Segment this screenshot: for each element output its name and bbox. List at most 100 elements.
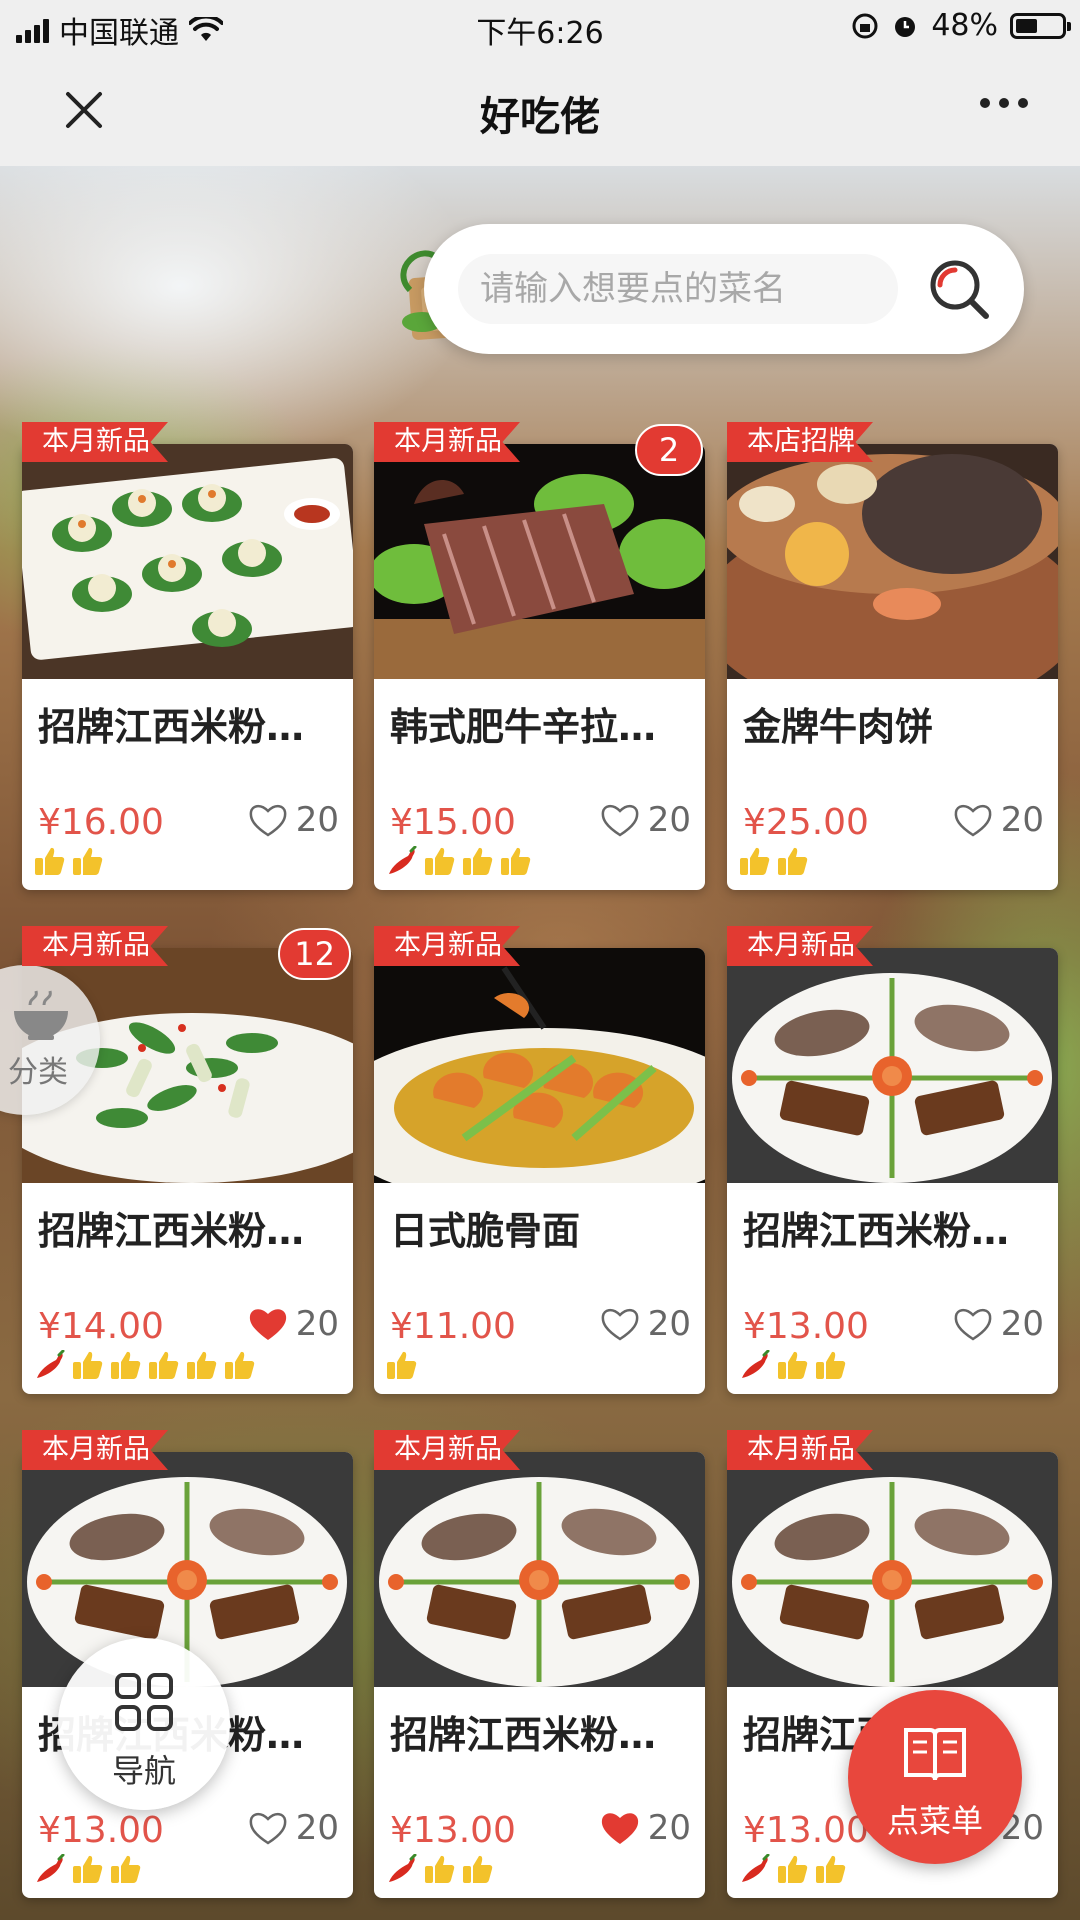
dish-price: ¥13.00 xyxy=(743,1306,869,1347)
chili-icon xyxy=(37,1350,65,1378)
chili-icon xyxy=(389,846,417,874)
dish-title: 韩式肥牛辛拉… xyxy=(390,705,657,749)
dish-tag: 本店招牌 xyxy=(727,422,873,462)
dish-price: ¥14.00 xyxy=(38,1306,164,1347)
dish-photo xyxy=(727,444,1058,679)
dish-tag: 本月新品 xyxy=(727,1430,873,1470)
heart-icon xyxy=(954,804,992,837)
thumbs-up-icon xyxy=(425,1855,455,1883)
search-input[interactable] xyxy=(458,254,898,324)
like-count: 20 xyxy=(647,1808,691,1848)
dish-card[interactable]: 本月新品 2 韩式肥牛辛拉… ¥15.00 20 xyxy=(374,422,705,890)
nav-button[interactable]: 导航 xyxy=(58,1638,230,1810)
dish-card[interactable]: 本月新品 招牌江西米粉… ¥16.00 20 xyxy=(22,422,353,890)
thumbs-up-icon xyxy=(778,847,808,875)
dish-rating-icons xyxy=(386,1854,494,1884)
heart-icon xyxy=(249,804,287,837)
more-icon[interactable] xyxy=(980,98,1028,108)
like-count: 20 xyxy=(295,800,339,840)
dish-photo xyxy=(727,1452,1058,1687)
dish-title: 金牌牛肉饼 xyxy=(743,705,934,749)
page-title: 好吃佬 xyxy=(480,94,600,140)
heart-icon xyxy=(601,1308,639,1341)
thumbs-up-icon xyxy=(778,1351,808,1379)
dish-photo xyxy=(727,948,1058,1183)
alarm-icon xyxy=(895,16,916,37)
dish-rating-icons xyxy=(34,846,104,876)
like-button[interactable]: 20 xyxy=(248,1304,339,1344)
dish-rating-icons xyxy=(739,846,809,876)
chili-icon xyxy=(742,1350,770,1378)
dish-tag: 本月新品 xyxy=(374,926,520,966)
like-button[interactable]: 20 xyxy=(953,1304,1044,1344)
like-button[interactable]: 20 xyxy=(953,800,1044,840)
thumbs-up-icon xyxy=(740,847,770,875)
dish-title: 招牌江西米粉… xyxy=(38,1209,305,1253)
thumbs-up-icon xyxy=(816,1855,846,1883)
dish-price: ¥25.00 xyxy=(743,802,869,843)
like-count: 20 xyxy=(647,1304,691,1344)
category-label: 分类 xyxy=(8,1055,68,1090)
dish-price: ¥13.00 xyxy=(390,1810,516,1851)
like-button[interactable]: 20 xyxy=(600,800,691,840)
dish-rating-icons xyxy=(34,1854,142,1884)
like-count: 20 xyxy=(1000,1304,1044,1344)
dish-photo xyxy=(22,444,353,679)
cart-count-badge: 2 xyxy=(635,424,703,476)
thumbs-up-icon xyxy=(225,1351,255,1379)
dish-rating-icons xyxy=(386,846,532,876)
like-button[interactable]: 20 xyxy=(600,1304,691,1344)
dish-card[interactable]: 本月新品招牌江西米粉… ¥13.00 20 xyxy=(727,926,1058,1394)
dish-card[interactable]: 本月新品日式脆骨面 ¥11.00 20 xyxy=(374,926,705,1394)
like-button[interactable]: 20 xyxy=(600,1808,691,1848)
thumbs-up-icon xyxy=(111,1351,141,1379)
battery-percent: 48% xyxy=(931,8,998,43)
bowl-icon xyxy=(14,990,68,1040)
thumbs-up-icon xyxy=(187,1351,217,1379)
battery-icon xyxy=(1010,12,1071,39)
dish-tag: 本月新品 xyxy=(22,422,168,462)
like-button[interactable]: 20 xyxy=(248,1808,339,1848)
thumbs-up-icon xyxy=(425,847,455,875)
dish-card[interactable]: 本月新品招牌江西米粉… ¥13.00 20 xyxy=(374,1430,705,1898)
heart-icon xyxy=(249,1812,287,1845)
thumbs-up-icon xyxy=(778,1855,808,1883)
heart-icon xyxy=(954,1308,992,1341)
status-bar: 中国联通 下午6:26 48% xyxy=(0,0,1080,54)
thumbs-up-icon xyxy=(463,847,493,875)
chili-icon xyxy=(389,1854,417,1882)
dish-title: 招牌江西米粉… xyxy=(743,1209,1010,1253)
thumbs-up-icon xyxy=(35,847,65,875)
dish-price: ¥15.00 xyxy=(390,802,516,843)
dish-rating-icons xyxy=(386,1350,418,1380)
thumbs-up-icon xyxy=(463,1855,493,1883)
dish-photo xyxy=(374,444,705,679)
like-count: 20 xyxy=(295,1304,339,1344)
chili-icon xyxy=(37,1854,65,1882)
dish-title: 日式脆骨面 xyxy=(390,1209,581,1253)
dish-tag: 本月新品 xyxy=(374,1430,520,1470)
dish-photo xyxy=(374,1452,705,1687)
dish-price: ¥11.00 xyxy=(390,1306,516,1347)
like-count: 20 xyxy=(647,800,691,840)
order-menu-button[interactable]: 点菜单 xyxy=(848,1690,1022,1864)
thumbs-up-icon xyxy=(816,1351,846,1379)
dish-card[interactable]: 本店招牌金牌牛肉饼 ¥25.00 20 xyxy=(727,422,1058,890)
nav-bar: 好吃佬 xyxy=(0,54,1080,166)
cart-count-badge: 12 xyxy=(278,928,351,980)
dish-tag: 本月新品 xyxy=(374,422,520,462)
dish-rating-icons xyxy=(739,1854,847,1884)
thumbs-up-icon xyxy=(387,1351,417,1379)
thumbs-up-icon xyxy=(149,1351,179,1379)
thumbs-up-icon xyxy=(73,1351,103,1379)
like-button[interactable]: 20 xyxy=(248,800,339,840)
dish-tag: 本月新品 xyxy=(22,1430,168,1470)
search-bar xyxy=(424,224,1024,354)
search-icon[interactable] xyxy=(924,254,994,324)
heart-filled-icon xyxy=(601,1813,638,1844)
chili-icon xyxy=(742,1854,770,1882)
dish-photo xyxy=(374,948,705,1183)
thumbs-up-icon xyxy=(501,847,531,875)
thumbs-up-icon xyxy=(73,847,103,875)
dish-rating-icons xyxy=(34,1350,256,1380)
